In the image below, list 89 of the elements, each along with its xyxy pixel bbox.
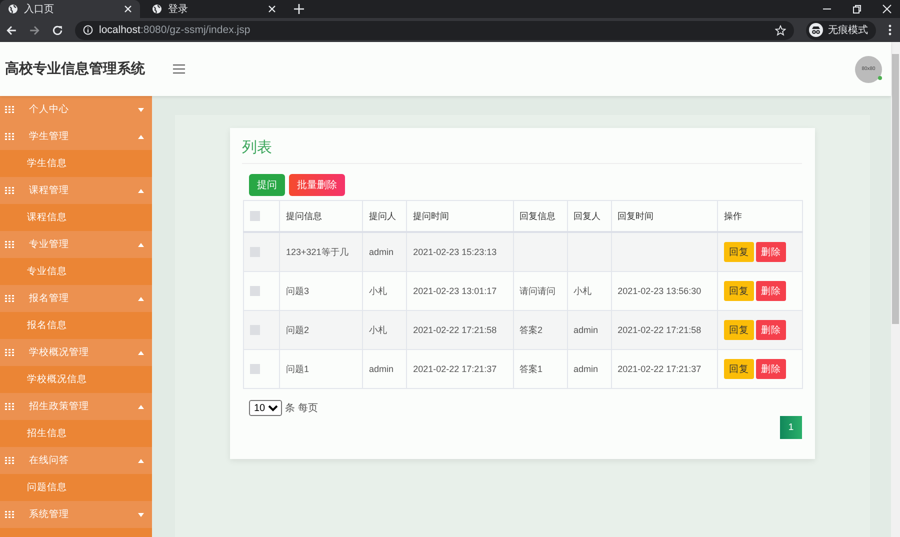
browser-tab[interactable]: 登录: [144, 0, 284, 18]
app-title: 高校专业信息管理系统: [5, 60, 145, 78]
table-cell: 小札: [369, 324, 387, 334]
incognito-icon: [809, 23, 823, 37]
grid-icon: [5, 349, 14, 356]
incognito-chip[interactable]: 无痕模式: [806, 20, 876, 40]
table-cell: 2021-02-22 17:21:58: [413, 325, 497, 335]
close-icon[interactable]: [268, 5, 276, 13]
checkbox[interactable]: [250, 211, 260, 222]
star-icon[interactable]: [775, 24, 786, 36]
checkbox[interactable]: [250, 247, 260, 258]
row-action-button[interactable]: 删除: [756, 359, 786, 379]
caret-icon: [138, 134, 144, 138]
table-cell: 答案2: [520, 324, 543, 334]
action-button[interactable]: 提问: [249, 174, 285, 196]
table-cell: 答案1: [520, 364, 543, 374]
row-action-button[interactable]: 回复: [724, 359, 754, 379]
menu-icon[interactable]: [888, 24, 892, 36]
table-cell: 小札: [574, 286, 592, 296]
table-cell: 123+321等于几: [286, 246, 348, 256]
table-cell: 请问请问: [520, 286, 556, 296]
table-cell: 2021-02-22 17:21:37: [618, 364, 702, 374]
back-icon[interactable]: [6, 24, 17, 36]
caret-icon: [138, 108, 144, 112]
row-action-button[interactable]: 回复: [724, 281, 754, 301]
sidebar-group[interactable]: 报名管理: [0, 285, 152, 312]
browser-tab[interactable]: 入口页: [0, 0, 140, 18]
caret-icon: [138, 458, 144, 462]
row-action-button[interactable]: 删除: [756, 320, 786, 340]
sidebar-group[interactable]: 系统管理: [0, 501, 152, 528]
sidebar-group[interactable]: 课程管理: [0, 177, 152, 204]
grid-icon: [5, 241, 14, 248]
restore-icon[interactable]: [852, 4, 862, 14]
globe-icon: [8, 4, 18, 14]
table-cell: 2021-02-23 15:23:13: [413, 247, 497, 257]
row-action-button[interactable]: 回复: [724, 320, 754, 340]
caret-icon: [138, 512, 144, 516]
row-action-button[interactable]: 回复: [724, 242, 754, 262]
address-field[interactable]: localhost:8080/gz-ssmj/index.jsp: [75, 20, 794, 40]
sidebar-group[interactable]: 招生政策管理: [0, 393, 152, 420]
forward-icon[interactable]: [29, 24, 40, 36]
table-cell: 2021-02-23 13:56:30: [618, 286, 702, 296]
sidebar-group[interactable]: 在线问答: [0, 447, 152, 474]
table-cell: admin: [574, 325, 598, 335]
grid-icon: [5, 187, 14, 194]
panel-title: 列表: [242, 138, 802, 164]
caret-icon: [138, 242, 144, 246]
table-cell: admin: [574, 364, 598, 374]
table-cell: 小札: [369, 286, 387, 296]
grid-icon: [5, 295, 14, 302]
table-cell: admin: [369, 247, 394, 257]
grid-icon: [5, 106, 14, 113]
page-button[interactable]: 1: [780, 416, 802, 439]
page-size-select[interactable]: 10: [249, 400, 282, 416]
action-button[interactable]: 批量删除: [289, 174, 345, 196]
globe-icon: [152, 4, 162, 14]
plus-icon[interactable]: [294, 4, 304, 14]
sidebar-group[interactable]: 个人中心: [0, 96, 152, 123]
sidebar-group[interactable]: 学生管理: [0, 123, 152, 150]
table-cell: 问题1: [286, 364, 310, 374]
table-cell: admin: [369, 364, 394, 374]
checkbox[interactable]: [250, 325, 260, 336]
table-cell: 2021-02-22 17:21:58: [618, 325, 702, 335]
grid-icon: [5, 403, 14, 410]
caret-icon: [138, 188, 144, 192]
scrollbar[interactable]: [891, 42, 900, 537]
caret-icon: [138, 404, 144, 408]
close-icon[interactable]: [124, 5, 132, 13]
info-icon: [83, 25, 93, 35]
caret-icon: [138, 350, 144, 354]
close-icon[interactable]: [882, 4, 892, 14]
table-cell: 2021-02-22 17:21:37: [413, 364, 497, 374]
table-cell: 问题2: [286, 324, 310, 334]
menu-icon[interactable]: [173, 64, 185, 74]
table-cell: 2021-02-23 13:01:17: [413, 286, 497, 296]
per-page-label: 条 每页: [285, 402, 318, 415]
grid-icon: [5, 511, 14, 518]
row-action-button[interactable]: 删除: [756, 242, 786, 262]
row-action-button[interactable]: 删除: [756, 281, 786, 301]
sidebar-group[interactable]: 专业管理: [0, 231, 152, 258]
grid-icon: [5, 133, 14, 140]
reload-icon[interactable]: [52, 24, 63, 36]
checkbox[interactable]: [250, 364, 260, 374]
caret-icon: [138, 296, 144, 300]
table-cell: 问题3: [286, 286, 310, 296]
online-dot: [878, 76, 882, 80]
sidebar-group[interactable]: 学校概况管理: [0, 339, 152, 366]
grid-icon: [5, 457, 14, 464]
checkbox[interactable]: [250, 286, 260, 296]
